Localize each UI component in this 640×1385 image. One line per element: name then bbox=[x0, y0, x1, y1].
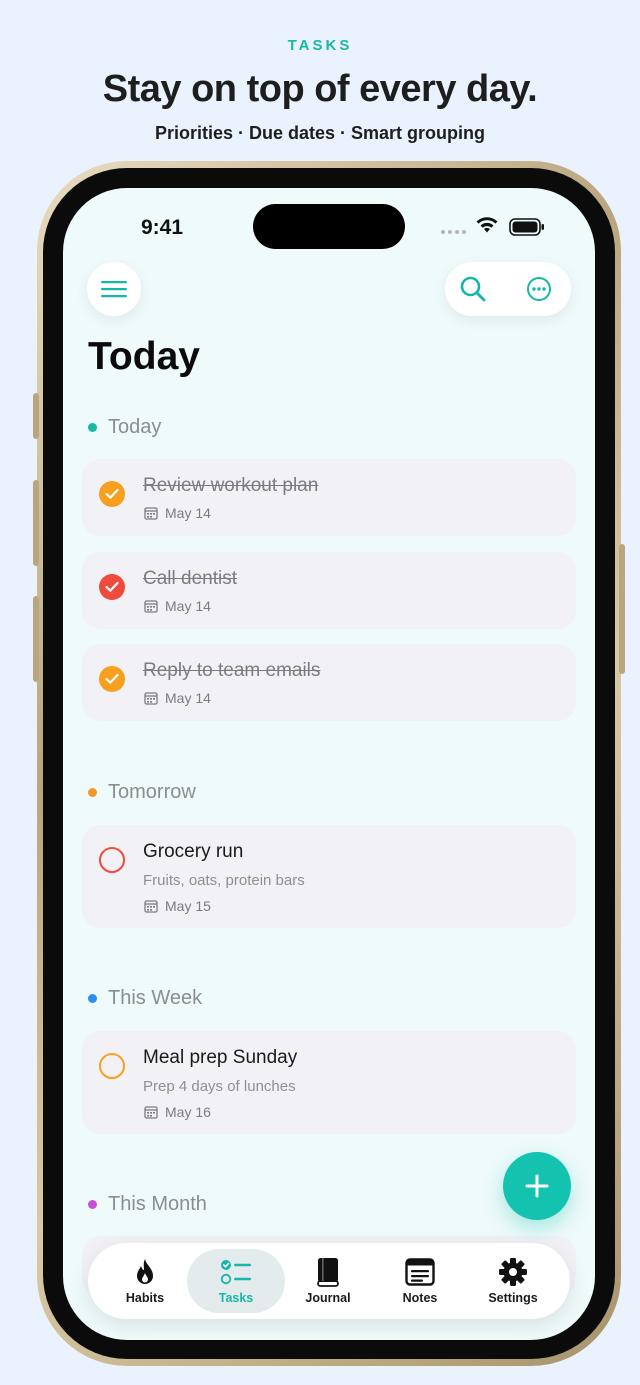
checkmark-icon bbox=[105, 488, 119, 499]
task-title: Review workout plan bbox=[143, 475, 319, 496]
calendar-icon bbox=[144, 600, 158, 613]
menu-button[interactable] bbox=[87, 262, 141, 316]
tab-label: Journal bbox=[305, 1291, 351, 1305]
task-checkbox[interactable] bbox=[99, 847, 125, 873]
task-date: May 14 bbox=[165, 598, 211, 614]
task-card[interactable]: Call dentist May 14 bbox=[82, 552, 576, 629]
page-title: Today bbox=[88, 335, 200, 378]
side-button-volume-up bbox=[33, 480, 39, 566]
section-label: This Week bbox=[108, 987, 203, 1009]
search-icon[interactable] bbox=[459, 275, 487, 303]
screen: 9:41 Today Today Review workout plan May… bbox=[63, 188, 595, 1340]
task-note: Fruits, oats, protein bars bbox=[143, 872, 305, 889]
task-checkbox[interactable] bbox=[99, 574, 125, 600]
task-due-date: May 14 bbox=[144, 505, 211, 521]
notes-icon bbox=[405, 1258, 435, 1286]
section-dot bbox=[88, 788, 97, 797]
wifi-icon bbox=[476, 217, 498, 233]
hamburger-icon bbox=[101, 281, 127, 298]
promo-subline: Priorities · Due dates · Smart grouping bbox=[154, 123, 486, 143]
task-date: May 16 bbox=[165, 1104, 211, 1120]
task-date: May 14 bbox=[165, 690, 211, 706]
task-note: Prep 4 days of lunches bbox=[143, 1078, 296, 1095]
task-due-date: May 14 bbox=[144, 690, 211, 706]
task-date: May 15 bbox=[165, 898, 211, 914]
section-dot bbox=[88, 423, 97, 432]
tab-journal[interactable]: Journal bbox=[279, 1249, 377, 1313]
task-title: Call dentist bbox=[143, 568, 237, 589]
cellular-signal-icon bbox=[441, 230, 466, 234]
task-title: Grocery run bbox=[143, 841, 244, 862]
book-icon bbox=[317, 1258, 339, 1287]
task-due-date: May 14 bbox=[144, 598, 211, 614]
section-label: Today bbox=[108, 416, 162, 438]
calendar-icon bbox=[144, 900, 158, 913]
section-dot bbox=[88, 994, 97, 1003]
tab-tasks[interactable]: Tasks bbox=[187, 1249, 285, 1313]
task-checkbox[interactable] bbox=[99, 666, 125, 692]
status-time: 9:41 bbox=[141, 216, 184, 239]
gear-icon bbox=[499, 1258, 527, 1286]
add-task-button[interactable] bbox=[503, 1152, 571, 1220]
task-due-date: May 15 bbox=[144, 898, 211, 914]
task-date: May 14 bbox=[165, 505, 211, 521]
tab-label: Settings bbox=[488, 1291, 538, 1305]
task-card[interactable]: Grocery run Fruits, oats, protein bars M… bbox=[82, 825, 576, 928]
task-checkbox[interactable] bbox=[99, 481, 125, 507]
tab-label: Notes bbox=[402, 1291, 438, 1305]
tab-settings[interactable]: Settings bbox=[464, 1249, 562, 1313]
task-card[interactable]: Review workout plan May 14 bbox=[82, 459, 576, 536]
task-card[interactable]: Reply to team emails May 14 bbox=[82, 644, 576, 721]
tab-notes[interactable]: Notes bbox=[371, 1249, 469, 1313]
tab-bar: Habits Tasks Journal Notes Settings bbox=[88, 1243, 570, 1319]
plus-icon bbox=[525, 1174, 549, 1198]
task-checkbox[interactable] bbox=[99, 1053, 125, 1079]
section-label: This Month bbox=[108, 1193, 207, 1215]
tab-habits[interactable]: Habits bbox=[96, 1249, 194, 1313]
header-actions bbox=[445, 262, 571, 316]
promo-headline: Stay on top of every day. bbox=[102, 68, 538, 110]
dynamic-island bbox=[253, 204, 405, 249]
flame-icon bbox=[137, 1259, 153, 1284]
section-header-this-month: This Month bbox=[88, 1193, 207, 1216]
checkmark-icon bbox=[105, 581, 119, 592]
checklist-icon bbox=[220, 1260, 251, 1285]
side-button-volume-down bbox=[33, 596, 39, 682]
calendar-icon bbox=[144, 1106, 158, 1119]
section-label: Tomorrow bbox=[108, 781, 196, 803]
battery-icon bbox=[509, 218, 544, 236]
tab-label: Tasks bbox=[218, 1291, 254, 1305]
promo-tag: TASKS bbox=[287, 37, 353, 54]
task-card[interactable]: Meal prep Sunday Prep 4 days of lunches … bbox=[82, 1031, 576, 1134]
task-due-date: May 16 bbox=[144, 1104, 211, 1120]
section-header-tomorrow: Tomorrow bbox=[88, 781, 196, 804]
calendar-icon bbox=[144, 507, 158, 520]
side-button-silent bbox=[33, 393, 39, 439]
task-title: Meal prep Sunday bbox=[143, 1047, 298, 1068]
section-header-today: Today bbox=[88, 416, 161, 439]
tab-label: Habits bbox=[125, 1291, 165, 1305]
task-title: Reply to team emails bbox=[143, 660, 321, 681]
side-button-power bbox=[619, 544, 625, 674]
section-dot bbox=[88, 1200, 97, 1209]
calendar-icon bbox=[144, 692, 158, 705]
more-options-icon[interactable] bbox=[526, 276, 552, 302]
section-header-this-week: This Week bbox=[88, 987, 202, 1010]
checkmark-icon bbox=[105, 673, 119, 684]
